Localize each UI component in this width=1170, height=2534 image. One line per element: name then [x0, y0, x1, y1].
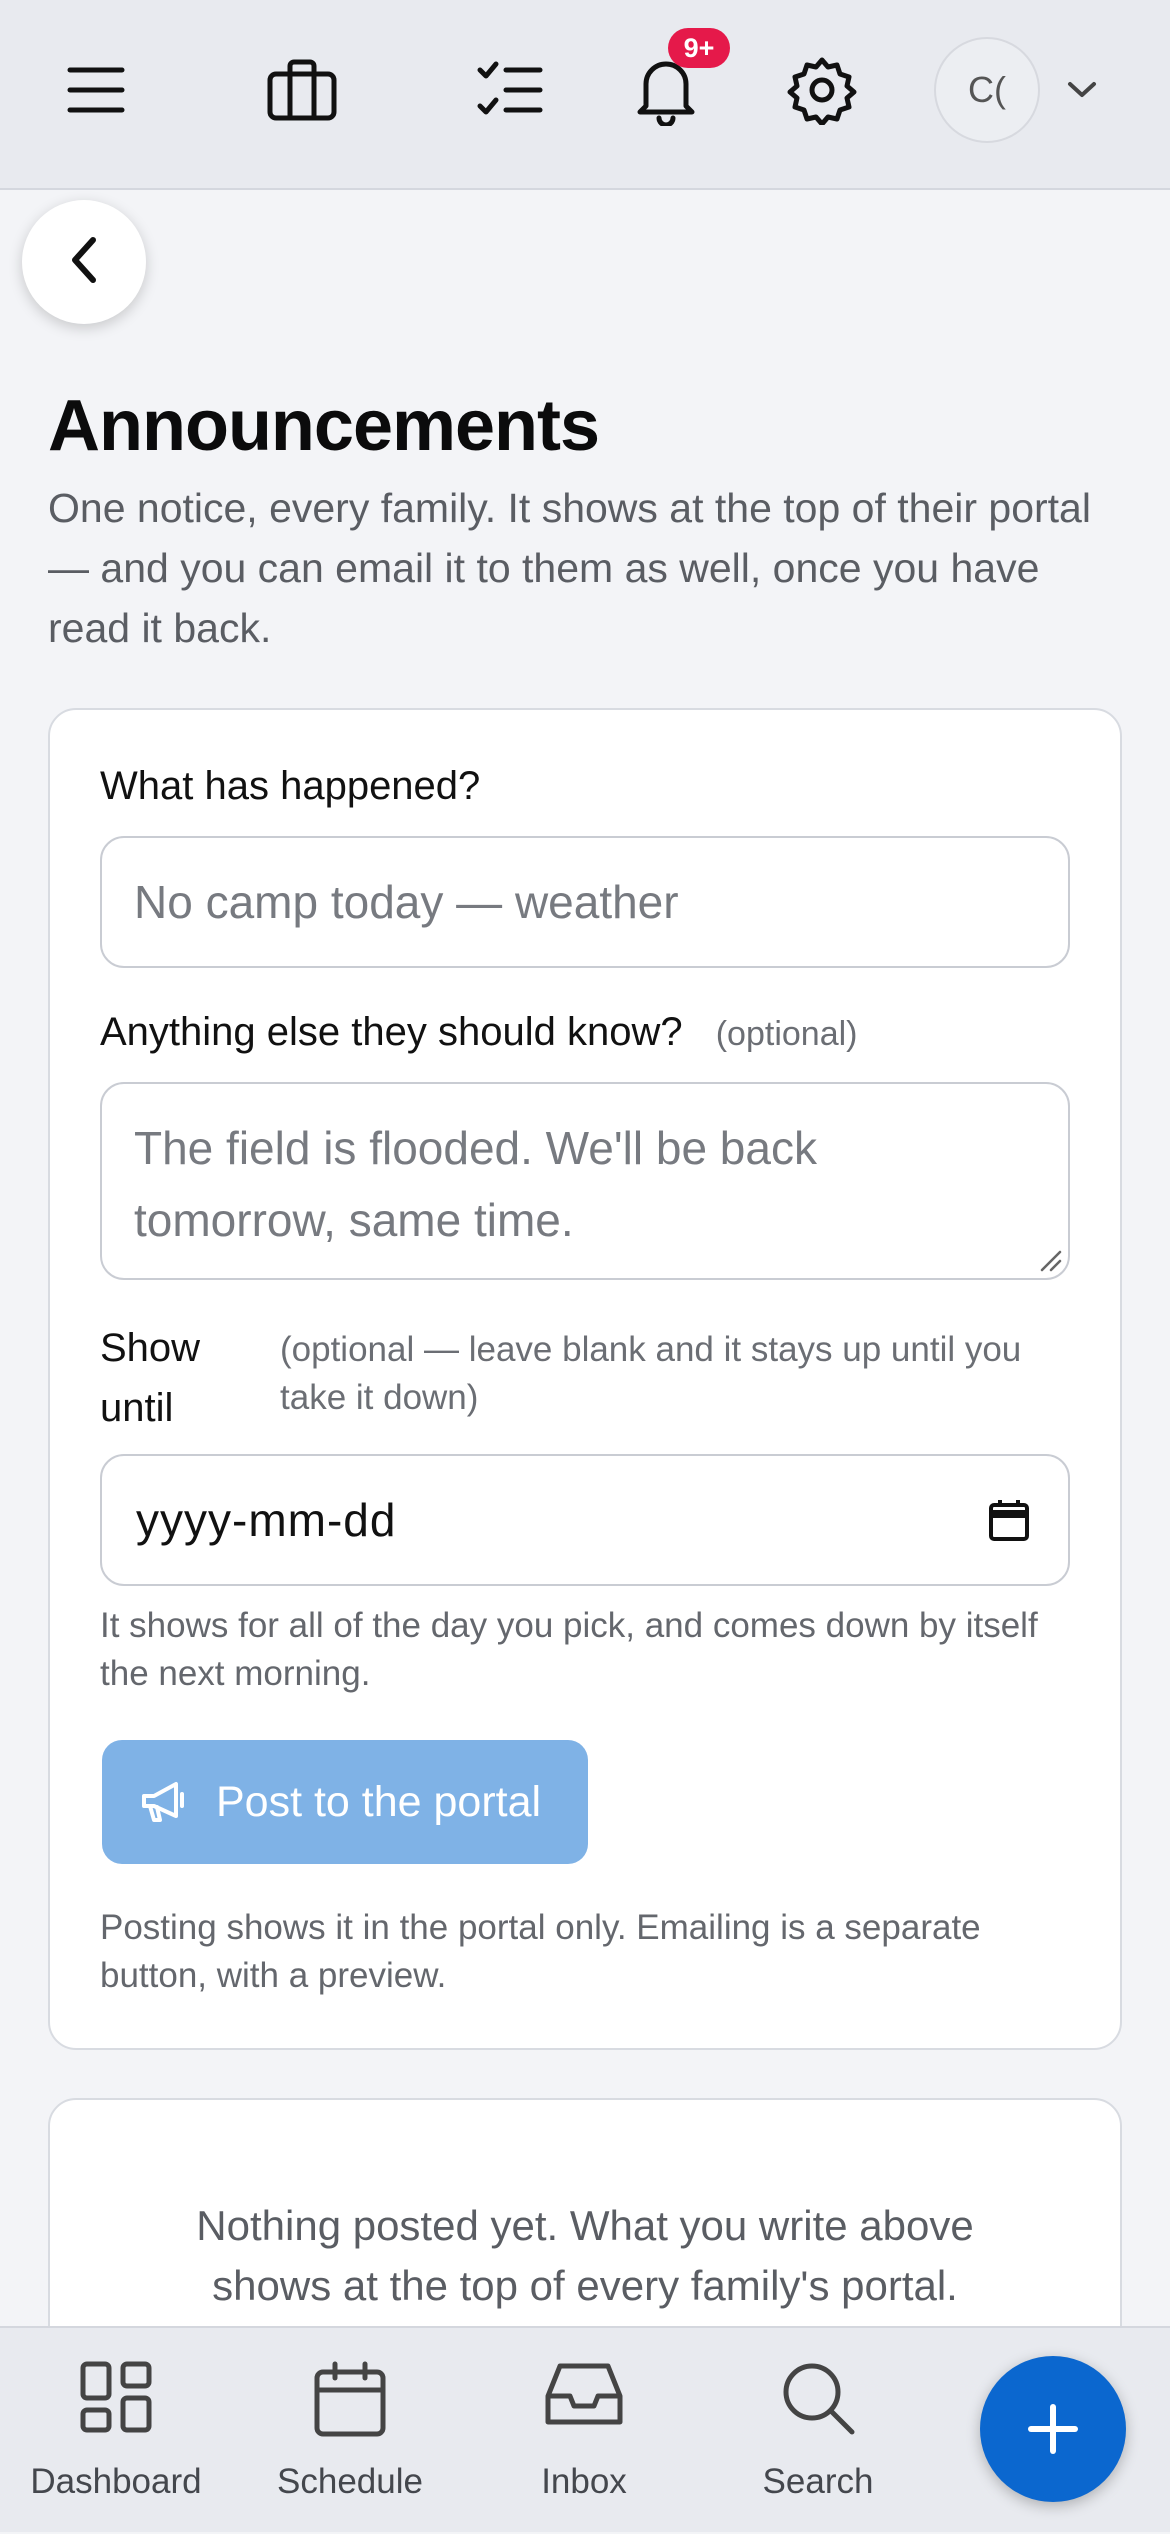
nav-label-search: Search [762, 2462, 874, 2501]
avatar[interactable]: C( [934, 37, 1040, 143]
date-input[interactable]: yyyy-mm-dd [100, 1454, 1070, 1586]
back-button[interactable] [22, 200, 146, 324]
gear-icon[interactable] [772, 40, 872, 140]
details-textarea[interactable]: The field is flooded. We'll be back tomo… [100, 1082, 1070, 1280]
nav-item-search[interactable]: Search [718, 2328, 918, 2534]
details-optional-tag: (optional) [715, 1015, 858, 1053]
briefcase-icon[interactable] [252, 40, 352, 140]
nav-item-dashboard[interactable]: Dashboard [16, 2328, 216, 2534]
headline-placeholder: No camp today — weather [134, 876, 679, 928]
chevron-left-icon [69, 236, 99, 289]
resize-handle-icon[interactable] [1038, 1248, 1062, 1272]
inbox-icon [544, 2360, 624, 2433]
details-label: Anything else they should know? (optiona… [100, 1010, 857, 1055]
plus-icon [1025, 2401, 1081, 2457]
nav-label-schedule: Schedule [277, 2462, 423, 2501]
headline-label: What has happened? [100, 764, 481, 808]
post-button-label: Post to the portal [216, 1777, 542, 1826]
empty-state-message: Nothing posted yet. What you write above… [196, 2202, 974, 2309]
menu-icon[interactable] [46, 40, 146, 140]
top-bar: 9+ C( [0, 0, 1170, 190]
show-until-label: Show until [100, 1326, 201, 1430]
dashboard-icon [79, 2360, 153, 2439]
nav-label-dashboard: Dashboard [30, 2462, 202, 2501]
details-placeholder: The field is flooded. We'll be back tomo… [134, 1122, 817, 1246]
details-label-text: Anything else they should know? [100, 1010, 683, 1054]
megaphone-icon [140, 1780, 188, 1824]
calendar-icon [313, 2360, 387, 2443]
post-note: Posting shows it in the portal only. Ema… [100, 1908, 981, 1995]
date-placeholder: yyyy-mm-dd [136, 1494, 397, 1546]
page-title: Announcements [48, 386, 600, 466]
date-help-text: It shows for all of the day you pick, an… [100, 1606, 1038, 1693]
checklist-icon[interactable] [460, 40, 560, 140]
nav-label-inbox: Inbox [541, 2462, 627, 2501]
show-until-note: (optional — leave blank and it stays up … [280, 1330, 1022, 1417]
chevron-down-icon[interactable] [1032, 40, 1132, 140]
notification-badge: 9+ [668, 28, 730, 68]
search-icon [780, 2360, 856, 2441]
headline-input[interactable]: No camp today — weather [100, 836, 1070, 968]
nav-item-schedule[interactable]: Schedule [250, 2328, 450, 2534]
add-button[interactable] [980, 2356, 1126, 2502]
calendar-picker-icon[interactable] [988, 1498, 1030, 1547]
nav-item-inbox[interactable]: Inbox [484, 2328, 684, 2534]
post-to-portal-button[interactable]: Post to the portal [102, 1740, 588, 1864]
page-subtitle: One notice, every family. It shows at th… [48, 485, 1091, 651]
